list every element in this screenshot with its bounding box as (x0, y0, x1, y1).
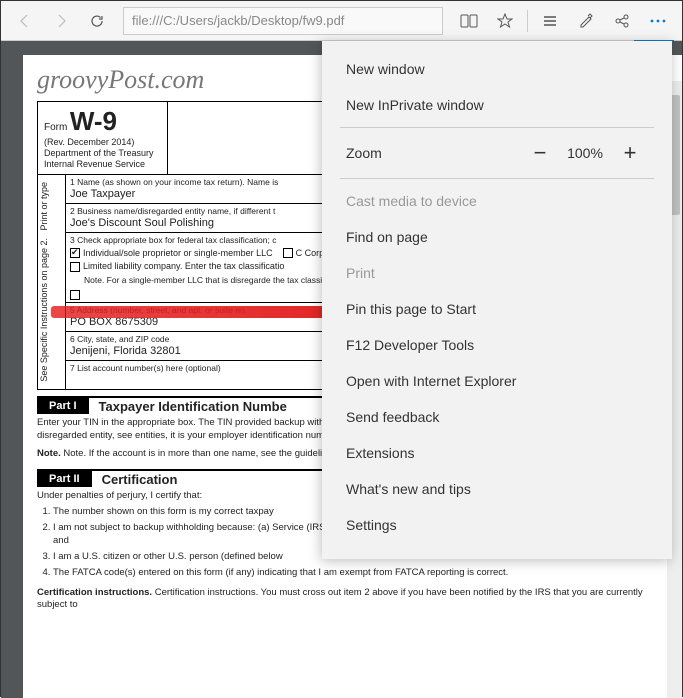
zoom-label: Zoom (346, 145, 522, 161)
menu-find[interactable]: Find on page (322, 219, 672, 255)
menu-zoom-row: Zoom − 100% + (322, 132, 672, 174)
form-label: Form (44, 122, 67, 133)
part1-title: Taxpayer Identification Numbe (89, 399, 287, 414)
share-icon[interactable] (604, 3, 640, 39)
forward-button[interactable] (43, 3, 79, 39)
menu-feedback[interactable]: Send feedback (322, 399, 672, 435)
notes-icon[interactable] (568, 3, 604, 39)
zoom-out-button[interactable]: − (522, 140, 558, 166)
form-name: W-9 (70, 106, 117, 136)
opt-individual: Individual/sole proprietor or single-mem… (83, 248, 273, 258)
zoom-value: 100% (558, 145, 612, 161)
menu-pin[interactable]: Pin this page to Start (322, 291, 672, 327)
more-menu: New window New InPrivate window Zoom − 1… (322, 41, 672, 559)
menu-open-ie[interactable]: Open with Internet Explorer (322, 363, 672, 399)
more-button[interactable] (640, 3, 676, 39)
menu-cast[interactable]: Cast media to device (322, 183, 672, 219)
cert-item-4: The FATCA code(s) entered on this form (… (53, 567, 669, 579)
side-instructions: See Specific Instructions on page 2. Pri… (37, 175, 65, 391)
refresh-button[interactable] (79, 3, 115, 39)
form-dept: Department of the Treasury (44, 148, 154, 158)
menu-print[interactable]: Print (322, 255, 672, 291)
checkbox-ccorp[interactable] (283, 248, 293, 258)
favorite-icon[interactable] (487, 3, 523, 39)
address-bar[interactable]: file:///C:/Users/jackb/Desktop/fw9.pdf (123, 7, 443, 35)
menu-settings[interactable]: Settings (322, 507, 672, 543)
menu-separator (340, 127, 654, 128)
menu-new-window[interactable]: New window (322, 51, 672, 87)
checkbox-individual[interactable] (70, 248, 80, 258)
reading-view-icon[interactable] (451, 3, 487, 39)
cert-instructions: Certification instructions. Certificatio… (37, 584, 669, 615)
menu-new-inprivate[interactable]: New InPrivate window (322, 87, 672, 123)
menu-extensions[interactable]: Extensions (322, 435, 672, 471)
browser-toolbar: file:///C:/Users/jackb/Desktop/fw9.pdf (1, 1, 682, 41)
checkbox-llc[interactable] (70, 262, 80, 272)
menu-separator (340, 178, 654, 179)
form-rev: (Rev. December 2014) (44, 137, 134, 147)
menu-devtools[interactable]: F12 Developer Tools (322, 327, 672, 363)
back-button[interactable] (7, 3, 43, 39)
part1-label: Part I (37, 398, 89, 414)
toolbar-divider (527, 10, 528, 32)
checkbox-other[interactable] (70, 290, 80, 300)
part2-title: Certification (92, 472, 178, 487)
hub-icon[interactable] (532, 3, 568, 39)
part2-label: Part II (37, 471, 92, 487)
opt-llc: Limited liability company. Enter the tax… (83, 261, 284, 271)
form-irs: Internal Revenue Service (44, 159, 145, 169)
menu-whatsnew[interactable]: What's new and tips (322, 471, 672, 507)
zoom-in-button[interactable]: + (612, 140, 648, 166)
